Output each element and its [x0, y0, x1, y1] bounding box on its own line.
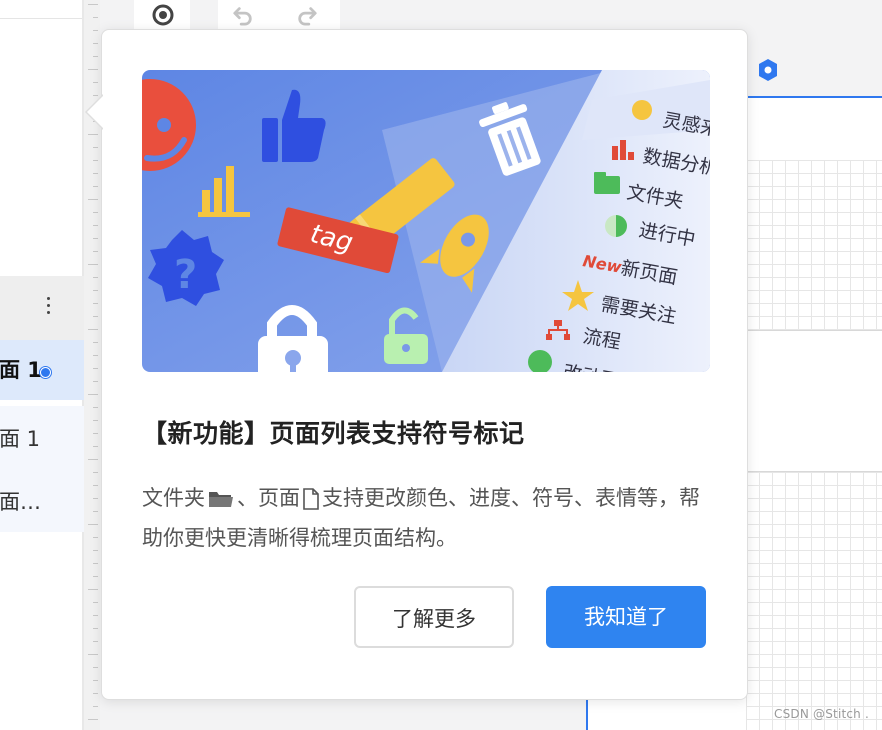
ruler-tick [93, 693, 98, 694]
feature-banner-illustration: ? tag 灵感来 数据分析 文件夹 进行中 New 新页面 需要关注 流程 [142, 70, 710, 372]
ruler-tick [93, 628, 98, 629]
ruler-tick [93, 550, 98, 551]
component-hex-icon[interactable] [757, 58, 779, 82]
ruler-tick [93, 251, 98, 252]
feature-announcement-popover: ? tag 灵感来 数据分析 文件夹 进行中 New 新页面 需要关注 流程 【… [85, 29, 748, 700]
ruler-tick [93, 615, 98, 616]
progress-menu-icon [605, 215, 627, 237]
ruler-tick [93, 303, 98, 304]
ruler-tick [93, 173, 98, 174]
ruler-tick [93, 186, 98, 187]
ruler-tick [88, 329, 98, 330]
ruler-tick [93, 407, 98, 408]
desc-text: 、页面 [237, 486, 300, 510]
ruler-tick [93, 680, 98, 681]
ruler-tick [93, 342, 98, 343]
ruler-tick [93, 706, 98, 707]
ruler-tick [88, 394, 98, 395]
ruler-tick [93, 43, 98, 44]
page-list-item-selected[interactable]: 页面 1 [0, 340, 84, 400]
got-it-button[interactable]: 我知道了 [546, 586, 706, 648]
ruler-tick [93, 160, 98, 161]
feature-title: 【新功能】页面列表支持符号标记 [142, 419, 525, 448]
ruler-tick [88, 719, 98, 720]
more-vertical-icon[interactable] [42, 294, 54, 322]
ruler-tick [93, 290, 98, 291]
ruler-tick [88, 199, 98, 200]
page-item-label: 页面 1 [0, 427, 41, 451]
ruler-tick [88, 589, 98, 590]
watermark: CSDN @Stitch . [774, 707, 870, 721]
ruler-tick [93, 667, 98, 668]
page-list-item[interactable]: 页面 1 [0, 406, 84, 472]
ruler-tick [93, 82, 98, 83]
ruler-tick [93, 498, 98, 499]
ruler-tick [88, 459, 98, 460]
ruler-tick [93, 225, 98, 226]
panel-divider [0, 18, 84, 19]
ruler-tick [93, 56, 98, 57]
ruler-tick [88, 69, 98, 70]
desc-text: 文件夹 [142, 486, 205, 510]
ruler-tick [93, 17, 98, 18]
popover-arrow [85, 94, 104, 130]
unsaved-dot-icon [40, 367, 51, 378]
feature-description: 文件夹 、页面 支持更改颜色、进度、符号、表情等，帮助你更快更清晰得梳理页面结构。 [142, 478, 702, 558]
page-item-label: 页面… [0, 490, 41, 514]
ruler-tick [93, 485, 98, 486]
canvas-selection-line [746, 96, 882, 98]
ruler-tick [93, 381, 98, 382]
ruler-tick [93, 212, 98, 213]
bulb-icon [632, 100, 652, 120]
ruler-tick [93, 602, 98, 603]
ruler-tick [93, 576, 98, 577]
ruler-tick [88, 264, 98, 265]
page-icon [303, 488, 319, 510]
ruler-tick [93, 446, 98, 447]
redo-icon[interactable] [296, 4, 318, 26]
ruler-tick [93, 641, 98, 642]
ruler-tick [88, 524, 98, 525]
ruler-tick [93, 355, 98, 356]
folder-icon [209, 492, 233, 507]
ruler-tick [93, 420, 98, 421]
ruler-tick [93, 511, 98, 512]
ruler-tick [88, 134, 98, 135]
svg-text:?: ? [174, 252, 197, 298]
ruler-tick [93, 563, 98, 564]
ruler-tick [93, 472, 98, 473]
undo-icon[interactable] [232, 4, 254, 26]
ruler-tick [93, 316, 98, 317]
ruler-tick [93, 433, 98, 434]
learn-more-button[interactable]: 了解更多 [354, 586, 514, 648]
banner-artwork: ? tag 灵感来 数据分析 文件夹 进行中 New 新页面 需要关注 流程 [142, 70, 710, 372]
page-item-label: 页面 1 [0, 358, 42, 382]
page-list-item[interactable]: 页面… [0, 472, 84, 532]
ruler-tick [93, 277, 98, 278]
ruler-tick [88, 654, 98, 655]
ruler-tick [93, 537, 98, 538]
ruler-tick [93, 147, 98, 148]
canvas-frame [746, 330, 882, 472]
ruler-tick [93, 30, 98, 31]
ruler-tick [93, 368, 98, 369]
ruler-tick [93, 238, 98, 239]
target-icon[interactable] [152, 4, 174, 26]
ruler-tick [88, 4, 98, 5]
